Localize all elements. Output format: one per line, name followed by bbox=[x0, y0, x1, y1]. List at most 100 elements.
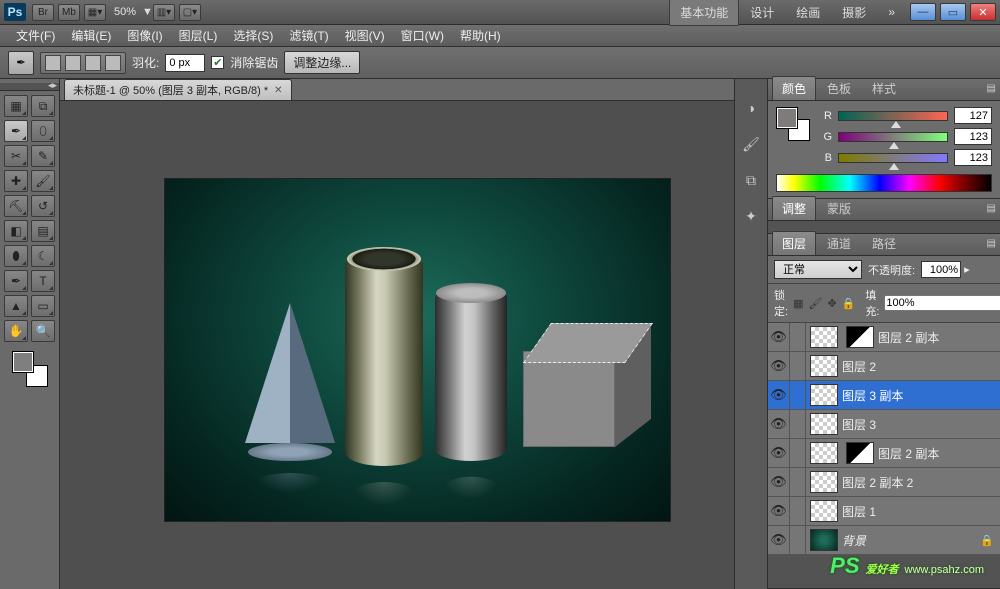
canvas[interactable] bbox=[165, 179, 670, 521]
layer-row[interactable]: 👁 图层 1 bbox=[768, 497, 1000, 526]
r-input[interactable] bbox=[954, 107, 992, 124]
layer-thumbnail[interactable] bbox=[810, 413, 838, 435]
eyedropper-tool[interactable]: ✎ bbox=[31, 145, 55, 167]
layer-name[interactable]: 图层 2 副本 bbox=[878, 329, 994, 346]
tab-color[interactable]: 颜色 bbox=[772, 76, 816, 100]
add-selection-icon[interactable] bbox=[65, 55, 81, 71]
tab-adjustments[interactable]: 调整 bbox=[772, 196, 816, 220]
workspace-photography[interactable]: 摄影 bbox=[831, 0, 877, 26]
panel-menu-icon[interactable]: ▤ bbox=[987, 203, 996, 214]
layer-name[interactable]: 背景 bbox=[842, 532, 980, 549]
history-brush-tool[interactable]: ↺ bbox=[31, 195, 55, 217]
layer-thumbnail[interactable] bbox=[810, 442, 838, 464]
layer-name[interactable]: 图层 2 副本 2 bbox=[842, 474, 994, 491]
layer-thumbnail[interactable] bbox=[810, 384, 838, 406]
close-icon[interactable]: ✕ bbox=[274, 85, 282, 96]
lock-transparency-icon[interactable]: ▦ bbox=[793, 295, 803, 311]
tab-layers[interactable]: 图层 bbox=[772, 231, 816, 255]
layer-name[interactable]: 图层 2 副本 bbox=[878, 445, 994, 462]
hand-tool[interactable]: ✋ bbox=[4, 320, 28, 342]
layer-row[interactable]: 👁 图层 2 副本 bbox=[768, 323, 1000, 352]
crop-tool[interactable]: ✂ bbox=[4, 145, 28, 167]
visibility-toggle[interactable]: 👁 bbox=[768, 352, 790, 380]
workspace-more[interactable]: » bbox=[877, 0, 906, 24]
eraser-tool[interactable]: ◧ bbox=[4, 220, 28, 242]
color-spectrum[interactable] bbox=[776, 174, 992, 192]
visibility-toggle[interactable]: 👁 bbox=[768, 323, 790, 351]
layer-thumbnail[interactable] bbox=[810, 500, 838, 522]
layer-name[interactable]: 图层 1 bbox=[842, 503, 994, 520]
b-slider[interactable] bbox=[838, 153, 948, 163]
layer-mask-thumbnail[interactable] bbox=[846, 326, 874, 348]
intersect-selection-icon[interactable] bbox=[105, 55, 121, 71]
path-select-tool[interactable]: ▲ bbox=[4, 295, 28, 317]
chevron-right-icon[interactable]: ▸ bbox=[964, 263, 970, 276]
menu-view[interactable]: 视图(V) bbox=[337, 24, 393, 47]
shape-tool[interactable]: ▭ bbox=[31, 295, 55, 317]
layer-thumbnail[interactable] bbox=[810, 355, 838, 377]
chevron-down-icon[interactable]: ▼ bbox=[142, 6, 153, 18]
visibility-toggle[interactable]: 👁 bbox=[768, 439, 790, 467]
layer-thumbnail[interactable] bbox=[810, 529, 838, 551]
menu-layer[interactable]: 图层(L) bbox=[171, 24, 226, 47]
lock-all-icon[interactable]: 🔒 bbox=[842, 295, 856, 311]
visibility-toggle[interactable]: 👁 bbox=[768, 497, 790, 525]
new-selection-icon[interactable] bbox=[45, 55, 61, 71]
visibility-toggle[interactable]: 👁 bbox=[768, 410, 790, 438]
tab-channels[interactable]: 通道 bbox=[817, 231, 861, 255]
refine-edge-button[interactable]: 调整边缘... bbox=[284, 51, 360, 74]
menu-window[interactable]: 窗口(W) bbox=[393, 24, 452, 47]
lock-position-icon[interactable]: ✥ bbox=[827, 295, 836, 311]
brush-panel-icon[interactable]: 🖌 bbox=[739, 133, 763, 155]
lock-pixels-icon[interactable]: 🖌 bbox=[808, 295, 822, 311]
menu-edit[interactable]: 编辑(E) bbox=[63, 24, 119, 47]
menu-file[interactable]: 文件(F) bbox=[8, 24, 63, 47]
layer-name[interactable]: 图层 3 副本 bbox=[842, 387, 994, 404]
panel-color-swatches[interactable] bbox=[776, 107, 810, 141]
color-swatches[interactable] bbox=[12, 351, 48, 387]
menu-help[interactable]: 帮助(H) bbox=[452, 24, 509, 47]
layer-mask-thumbnail[interactable] bbox=[846, 442, 874, 464]
quick-select-tool[interactable]: ⬯ bbox=[31, 120, 55, 142]
layer-row[interactable]: 👁图层 2 bbox=[768, 352, 1000, 381]
clone-panel-icon[interactable]: ⧉ bbox=[739, 169, 763, 191]
panel-menu-icon[interactable]: ▤ bbox=[987, 83, 996, 94]
canvas-viewport[interactable] bbox=[60, 101, 734, 589]
layer-row[interactable]: 👁图层 3 bbox=[768, 410, 1000, 439]
menu-image[interactable]: 图像(I) bbox=[119, 24, 170, 47]
r-slider[interactable] bbox=[838, 111, 948, 121]
blur-tool[interactable]: ⬮ bbox=[4, 245, 28, 267]
info-panel-icon[interactable]: ✦ bbox=[739, 205, 763, 227]
g-slider[interactable] bbox=[838, 132, 948, 142]
layer-list[interactable]: 👁图层 2 副本👁图层 2👁图层 3 副本👁图层 3👁图层 2 副本👁图层 2 … bbox=[768, 323, 1000, 555]
layer-thumbnail[interactable] bbox=[810, 326, 838, 348]
visibility-toggle[interactable]: 👁 bbox=[768, 526, 790, 554]
maximize-button[interactable]: ▭ bbox=[940, 3, 966, 21]
minimize-button[interactable]: — bbox=[910, 3, 936, 21]
foreground-color[interactable] bbox=[12, 351, 34, 373]
zoom-tool[interactable]: 🔍 bbox=[31, 320, 55, 342]
fill-input[interactable] bbox=[884, 295, 1000, 311]
tab-masks[interactable]: 蒙版 bbox=[817, 196, 861, 220]
move-tool[interactable]: ▦ bbox=[4, 95, 28, 117]
brush-tool[interactable]: 🖌 bbox=[31, 170, 55, 192]
layer-thumbnail[interactable] bbox=[810, 471, 838, 493]
history-panel-icon[interactable]: ◑ bbox=[739, 97, 763, 119]
blend-mode-select[interactable]: 正常 bbox=[774, 260, 862, 279]
menu-select[interactable]: 选择(S) bbox=[225, 24, 281, 47]
pen-tool[interactable]: ✒ bbox=[4, 270, 28, 292]
current-tool-icon[interactable]: ✒ bbox=[8, 51, 34, 75]
layer-row[interactable]: 👁背景🔒 bbox=[768, 526, 1000, 555]
panel-menu-icon[interactable]: ▤ bbox=[987, 238, 996, 249]
zoom-level[interactable]: 50% bbox=[114, 6, 136, 18]
bridge-button[interactable]: Br bbox=[32, 4, 54, 21]
lasso-tool[interactable]: ✒ bbox=[4, 120, 28, 142]
layer-row[interactable]: 👁图层 3 副本 bbox=[768, 381, 1000, 410]
visibility-toggle[interactable]: 👁 bbox=[768, 468, 790, 496]
close-button[interactable]: ✕ bbox=[970, 3, 996, 21]
workspace-design[interactable]: 设计 bbox=[739, 0, 785, 26]
feather-input[interactable] bbox=[165, 54, 205, 72]
tab-paths[interactable]: 路径 bbox=[862, 231, 906, 255]
subtract-selection-icon[interactable] bbox=[85, 55, 101, 71]
menu-filter[interactable]: 滤镜(T) bbox=[281, 24, 336, 47]
